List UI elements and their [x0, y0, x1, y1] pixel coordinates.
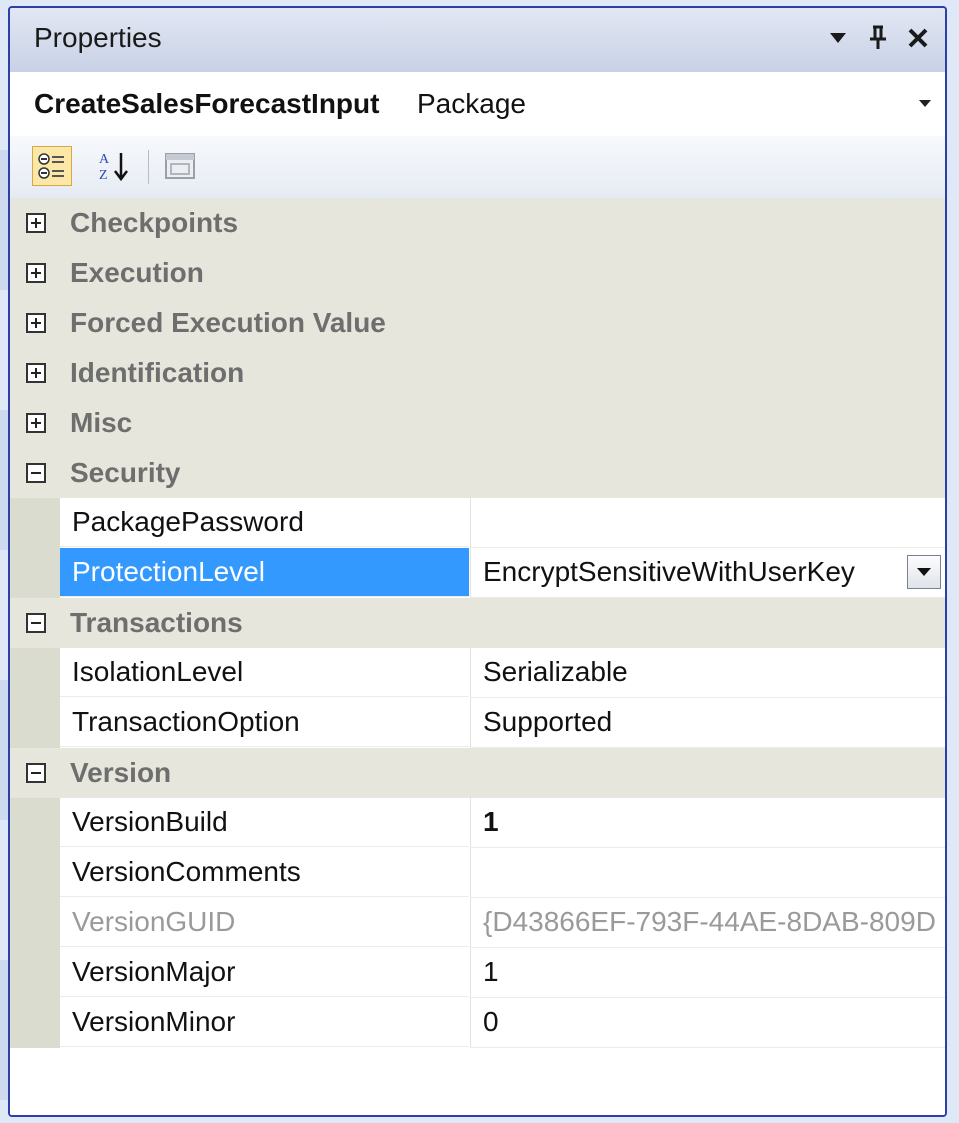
row-gutter — [10, 548, 60, 598]
property-row[interactable]: PackagePassword — [10, 498, 945, 548]
chevron-down-icon — [917, 567, 931, 576]
expand-icon[interactable] — [26, 363, 46, 383]
property-row[interactable]: VersionMajor 1 — [10, 948, 945, 998]
property-value-field[interactable]: Supported — [470, 698, 945, 748]
property-grid: Checkpoints Execution Forced Execution V… — [10, 198, 945, 1048]
row-gutter — [10, 798, 60, 848]
expand-icon[interactable] — [26, 413, 46, 433]
property-value-field[interactable]: 1 — [470, 798, 945, 848]
property-row[interactable]: IsolationLevel Serializable — [10, 648, 945, 698]
category-label: Checkpoints — [70, 207, 239, 238]
property-value-field[interactable]: Serializable — [470, 648, 945, 698]
collapse-icon[interactable] — [26, 613, 46, 633]
property-row[interactable]: VersionMinor 0 — [10, 998, 945, 1048]
property-row[interactable]: VersionComments — [10, 848, 945, 898]
toolbar: A Z — [10, 136, 945, 199]
property-row[interactable]: VersionBuild 1 — [10, 798, 945, 848]
category-label: Security — [70, 457, 181, 488]
properties-panel: Properties CreateSalesForecastInput Pack… — [8, 6, 947, 1117]
property-value-field[interactable]: {D43866EF-793F-44AE-8DAB-809D — [470, 898, 945, 948]
category-identification[interactable]: Identification — [10, 348, 945, 398]
property-name: IsolationLevel — [60, 648, 469, 697]
category-label: Version — [70, 757, 172, 788]
property-name: VersionComments — [60, 848, 469, 897]
category-label: Misc — [70, 407, 133, 438]
property-pages-button[interactable] — [160, 146, 200, 186]
toolbar-separator — [148, 150, 149, 184]
property-name: TransactionOption — [60, 698, 469, 747]
pin-icon — [870, 25, 886, 49]
title-bar: Properties — [10, 8, 945, 73]
close-icon — [908, 28, 928, 48]
expand-icon[interactable] — [26, 213, 46, 233]
row-gutter — [10, 948, 60, 998]
category-security[interactable]: Security — [10, 448, 945, 498]
category-forced-execution-value[interactable]: Forced Execution Value — [10, 298, 945, 348]
grid-empty-area — [10, 1048, 945, 1115]
property-value-field[interactable] — [470, 498, 945, 548]
alphabetical-button[interactable]: A Z — [94, 146, 134, 186]
categorized-button[interactable] — [32, 146, 72, 186]
pin-button[interactable] — [859, 16, 897, 60]
property-name: VersionBuild — [60, 798, 469, 847]
property-name: VersionGUID — [60, 898, 469, 947]
property-value-field[interactable]: 0 — [470, 998, 945, 1048]
property-name: VersionMinor — [60, 998, 469, 1047]
expand-icon[interactable] — [26, 263, 46, 283]
category-label: Forced Execution Value — [70, 307, 386, 338]
property-row-readonly[interactable]: VersionGUID {D43866EF-793F-44AE-8DAB-809… — [10, 898, 945, 948]
category-checkpoints[interactable]: Checkpoints — [10, 198, 945, 248]
categorized-icon — [38, 153, 64, 179]
collapse-icon[interactable] — [26, 463, 46, 483]
row-gutter — [10, 498, 60, 548]
svg-text:Z: Z — [99, 168, 108, 183]
property-row[interactable]: TransactionOption Supported — [10, 698, 945, 748]
value-dropdown-button[interactable] — [907, 555, 941, 589]
property-value-field[interactable]: EncryptSensitiveWithUserKey — [470, 548, 945, 598]
object-dropdown-button[interactable] — [913, 84, 937, 124]
alphabetical-icon: A Z — [99, 152, 128, 183]
collapse-icon[interactable] — [26, 763, 46, 783]
chevron-down-icon — [830, 33, 846, 43]
object-selector[interactable]: CreateSalesForecastInput Package — [10, 72, 945, 137]
row-gutter — [10, 998, 60, 1048]
object-name: CreateSalesForecastInput — [34, 88, 380, 119]
property-name: VersionMajor — [60, 948, 469, 997]
svg-text:A: A — [99, 152, 110, 167]
window-menu-button[interactable] — [819, 16, 857, 60]
category-transactions[interactable]: Transactions — [10, 598, 945, 648]
row-gutter — [10, 698, 60, 748]
property-value-text: EncryptSensitiveWithUserKey — [483, 556, 855, 587]
property-name: ProtectionLevel — [60, 548, 469, 597]
row-gutter — [10, 848, 60, 898]
category-execution[interactable]: Execution — [10, 248, 945, 298]
property-value-field[interactable] — [470, 848, 945, 898]
property-name: PackagePassword — [60, 498, 469, 547]
object-type: Package — [417, 88, 526, 119]
chevron-down-icon — [919, 100, 931, 107]
category-label: Transactions — [70, 607, 243, 638]
category-misc[interactable]: Misc — [10, 398, 945, 448]
panel-title: Properties — [34, 22, 162, 53]
row-gutter — [10, 648, 60, 698]
expand-icon[interactable] — [26, 313, 46, 333]
property-value-field[interactable]: 1 — [470, 948, 945, 998]
property-pages-icon — [165, 153, 195, 179]
category-label: Identification — [70, 357, 245, 388]
category-label: Execution — [70, 257, 204, 288]
category-version[interactable]: Version — [10, 748, 945, 798]
row-gutter — [10, 898, 60, 948]
close-button[interactable] — [899, 16, 937, 60]
property-row-selected[interactable]: ProtectionLevel EncryptSensitiveWithUser… — [10, 548, 945, 598]
